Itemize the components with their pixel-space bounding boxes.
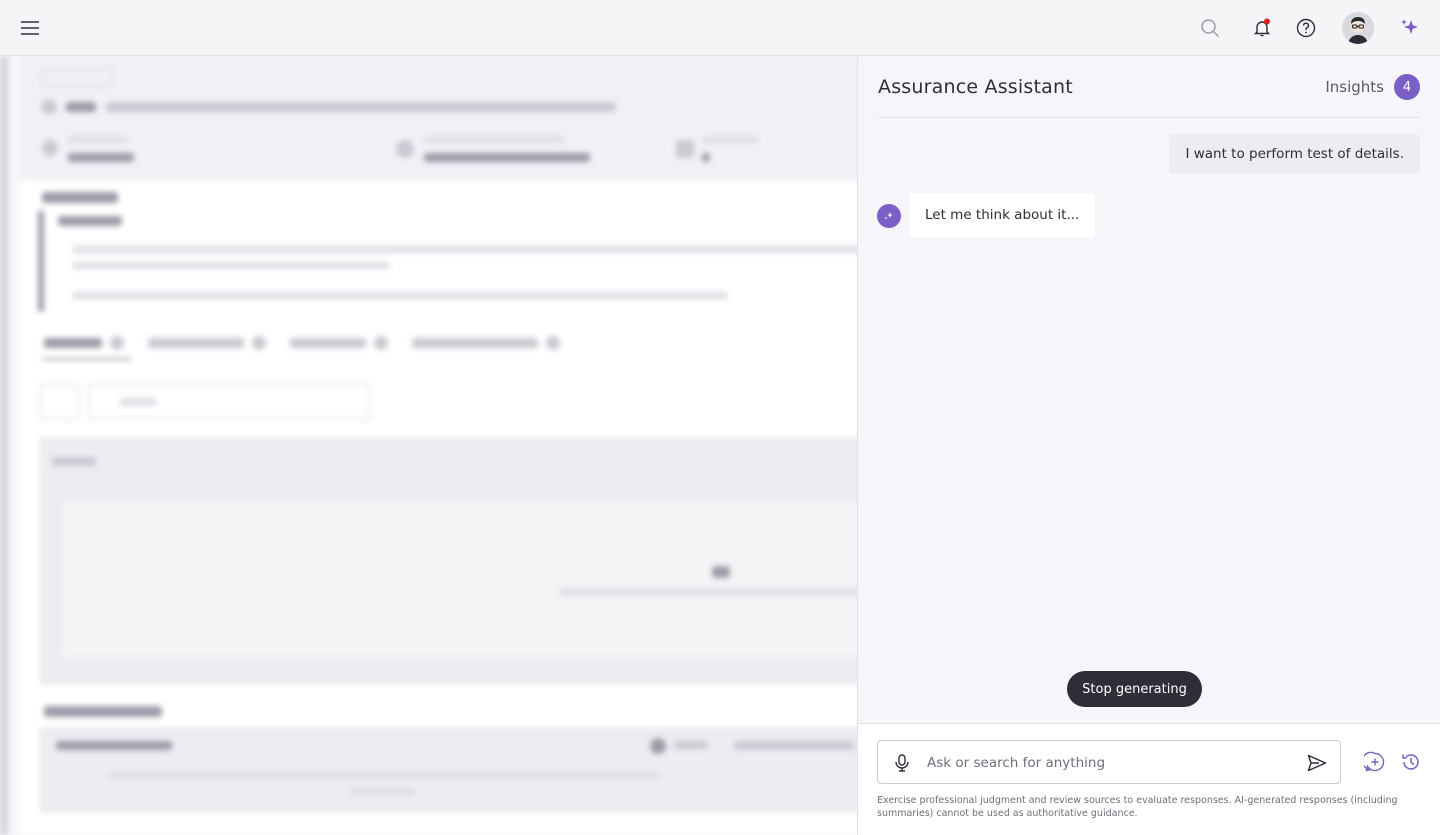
assistant-message: Let me think about it... — [909, 193, 1096, 237]
history-icon[interactable] — [1400, 751, 1422, 773]
background-page — [0, 56, 857, 835]
chat-input-box[interactable] — [877, 740, 1341, 784]
new-chat-icon[interactable] — [1364, 751, 1386, 773]
search-icon[interactable] — [1196, 14, 1224, 42]
insights-label: Insights — [1325, 78, 1384, 96]
menu-icon[interactable] — [16, 14, 44, 42]
blurred-content — [0, 56, 857, 835]
chat-input-area: Exercise professional judgment and revie… — [858, 723, 1440, 835]
assistant-sparkle-icon — [877, 204, 901, 228]
blurred-body — [20, 180, 857, 835]
insights-count-badge: 4 — [1394, 74, 1420, 100]
stop-generating-button[interactable]: Stop generating — [1067, 671, 1202, 707]
blurred-header — [20, 56, 857, 180]
bell-icon[interactable] — [1248, 14, 1276, 42]
assistant-panel: Assurance Assistant Insights 4 I want to… — [857, 56, 1440, 835]
assistant-title: Assurance Assistant — [878, 76, 1073, 98]
sparkle-icon[interactable] — [1396, 14, 1424, 42]
ai-disclaimer: Exercise professional judgment and revie… — [877, 795, 1398, 819]
panel-divider — [878, 117, 1420, 118]
send-icon[interactable] — [1306, 752, 1328, 774]
left-rail — [0, 56, 8, 835]
chat-input[interactable] — [927, 753, 1287, 773]
avatar[interactable] — [1342, 12, 1374, 44]
microphone-icon[interactable] — [892, 753, 912, 773]
insights-button[interactable]: Insights 4 — [1325, 74, 1420, 100]
assistant-message-row: Let me think about it... — [877, 193, 1096, 237]
help-icon[interactable] — [1292, 14, 1320, 42]
user-message: I want to perform test of details. — [1169, 134, 1420, 174]
top-bar — [0, 0, 1440, 56]
